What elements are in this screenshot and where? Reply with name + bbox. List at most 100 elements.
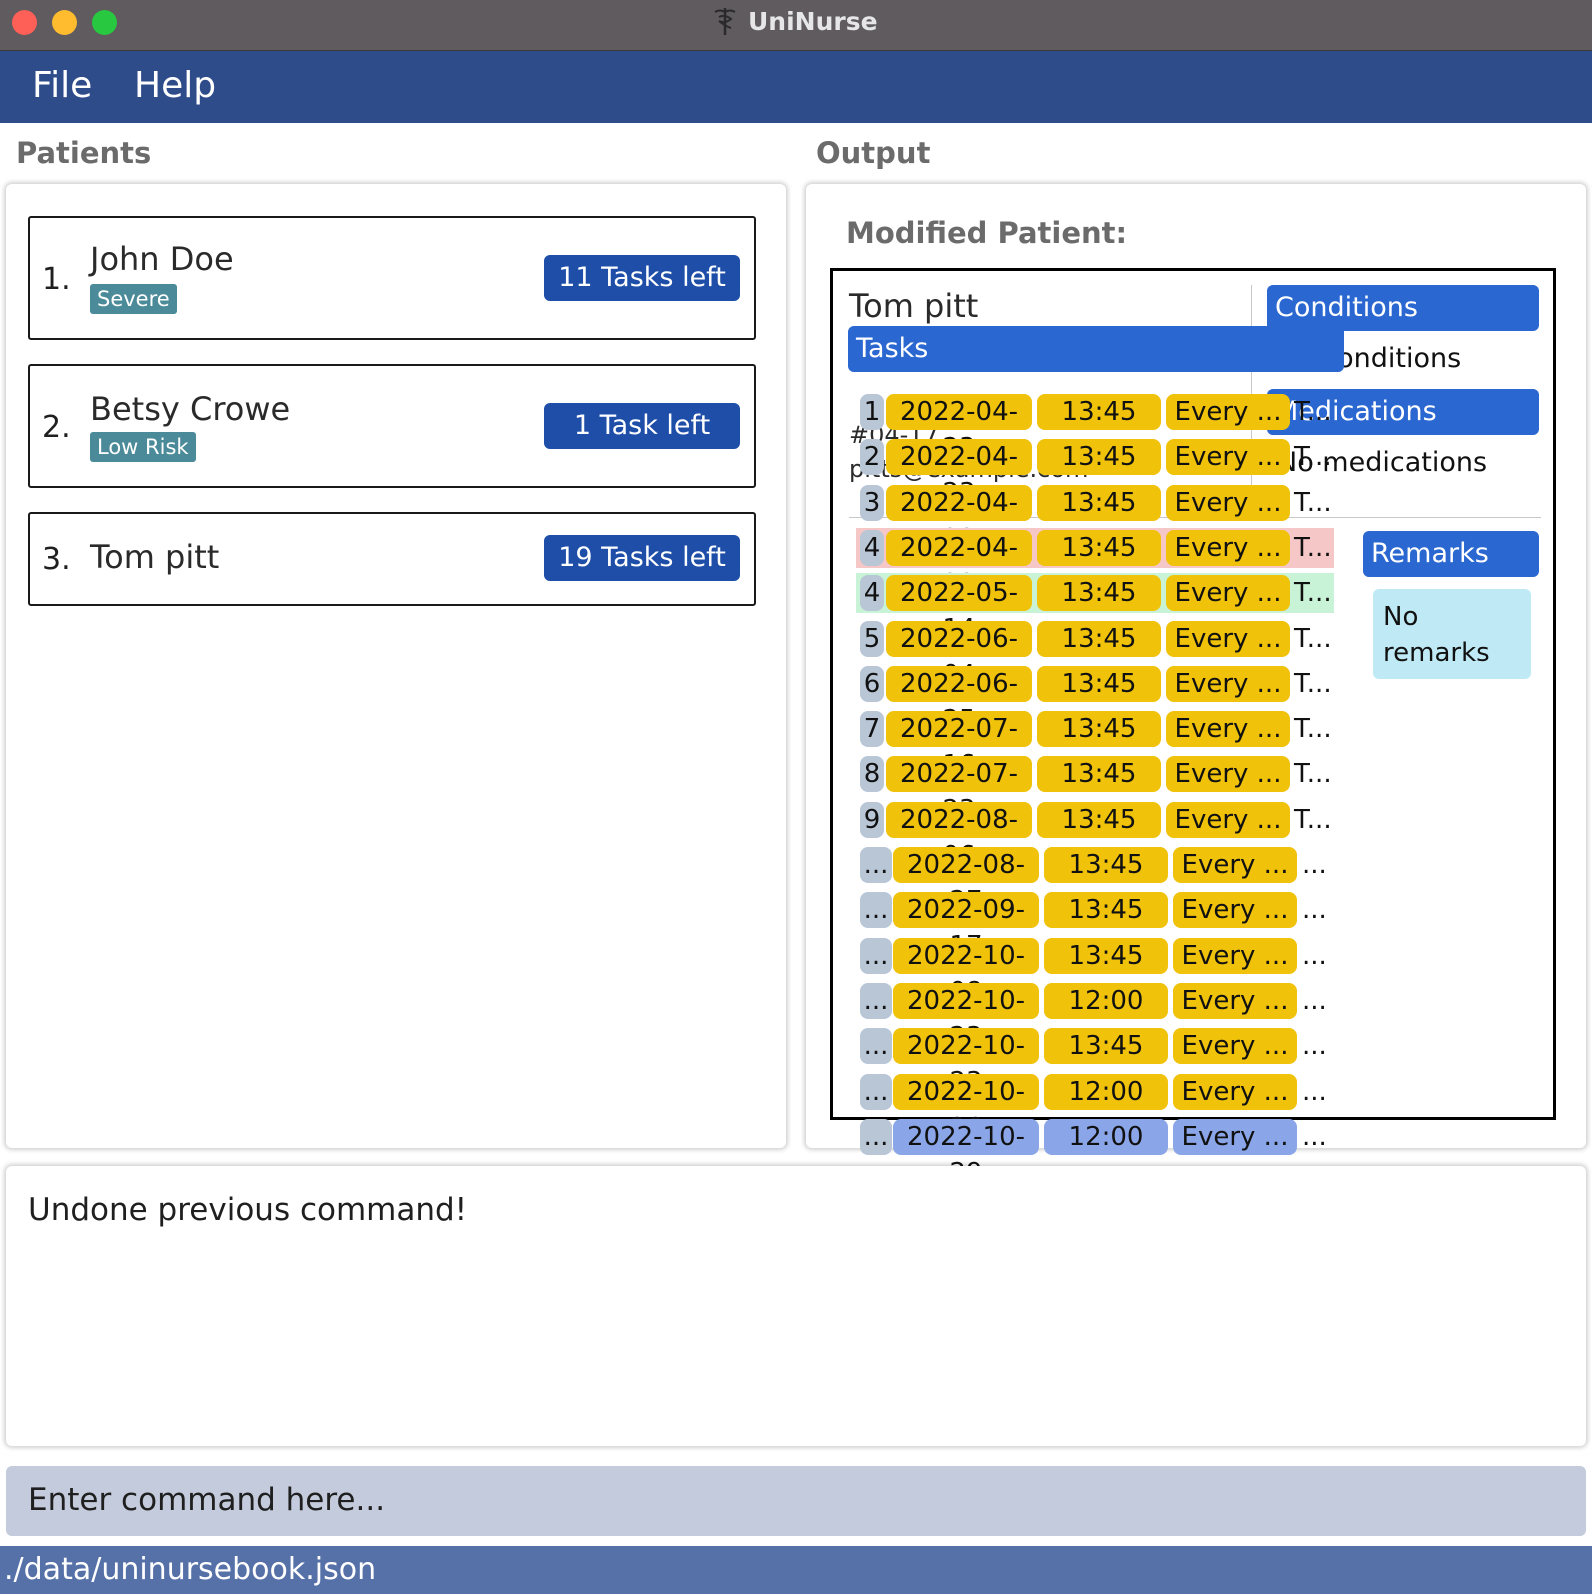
task-index: 2 xyxy=(860,439,884,475)
task-index: ... xyxy=(860,892,892,928)
task-date: 2022-07-23 xyxy=(886,756,1032,825)
task-frequency: Every ... xyxy=(1166,756,1290,792)
task-description: ... xyxy=(1302,850,1327,880)
task-frequency: Every ... xyxy=(1173,1074,1297,1110)
task-time: 13:45 pm xyxy=(1037,394,1161,463)
task-frequency: Every ... xyxy=(1166,575,1290,611)
conditions-header: Conditions xyxy=(1267,285,1539,331)
task-time: 13:45 pm xyxy=(1037,575,1161,644)
menu-bar: File Help xyxy=(0,51,1592,123)
task-frequency: Every ... xyxy=(1173,1119,1297,1155)
task-time: 13:45 pm xyxy=(1037,756,1161,825)
patient-card[interactable]: 1. John Doe Severe 11 Tasks left xyxy=(28,216,756,340)
task-frequency: Every ... xyxy=(1166,666,1290,702)
task-time: 13:45 pm xyxy=(1037,621,1161,690)
task-date: 2022-04-23 xyxy=(886,439,1032,508)
task-description: ... xyxy=(1302,895,1327,925)
minimize-window-button[interactable] xyxy=(52,10,77,35)
tasks-left-badge[interactable]: 1 Task left xyxy=(544,403,740,449)
modified-patient-header: Modified Patient: xyxy=(846,216,1128,250)
task-time: 13:45 pm xyxy=(1037,666,1161,735)
command-input[interactable]: Enter command here... xyxy=(28,1482,385,1518)
task-frequency: Every ... xyxy=(1166,621,1290,657)
task-frequency: Every ... xyxy=(1173,892,1297,928)
task-date: 2022-06-25 xyxy=(886,666,1032,735)
patients-label: Patients xyxy=(16,136,152,170)
task-description: ... xyxy=(1302,941,1327,971)
task-date: 2022-09-17 xyxy=(893,892,1039,961)
task-index: 3 xyxy=(860,485,884,521)
window-title-text: UniNurse xyxy=(748,6,878,36)
task-frequency: Every ... xyxy=(1173,983,1297,1019)
task-time: 12:00 pm xyxy=(1044,1119,1168,1188)
task-time: 12:00 pm xyxy=(1044,1074,1168,1143)
task-date: 2022-04-23 xyxy=(886,394,1032,463)
menu-file[interactable]: File xyxy=(32,65,92,106)
task-description: T... xyxy=(1294,397,1332,427)
task-description: ... xyxy=(1302,1031,1327,1061)
task-index: ... xyxy=(860,1119,892,1155)
task-date: 2022-10-23 xyxy=(893,983,1039,1052)
task-time: 13:45 pm xyxy=(1037,439,1161,508)
task-index: ... xyxy=(860,983,892,1019)
task-time: 13:45 pm xyxy=(1044,1028,1168,1097)
task-description: T... xyxy=(1294,759,1332,789)
task-index: 4 xyxy=(860,575,884,611)
task-frequency: Every ... xyxy=(1173,1028,1297,1064)
remarks-header: Remarks xyxy=(1363,531,1539,577)
task-time: 13:45 pm xyxy=(1037,485,1161,554)
close-window-button[interactable] xyxy=(12,10,37,35)
task-description: T... xyxy=(1294,533,1332,563)
task-time: 13:45 pm xyxy=(1037,802,1161,871)
remarks-box: No remarks xyxy=(1373,589,1531,679)
patient-card[interactable]: 3. Tom pitt 19 Tasks left xyxy=(28,512,756,606)
task-time: 13:45 pm xyxy=(1037,530,1161,599)
task-description: ... xyxy=(1302,986,1327,1016)
task-frequency: Every ... xyxy=(1166,802,1290,838)
task-date: 2022-10-23 xyxy=(893,1028,1039,1097)
task-frequency: Every ... xyxy=(1166,439,1290,475)
tasks-header: Tasks xyxy=(848,326,1344,372)
patient-index: 1. xyxy=(42,262,71,297)
result-text: Undone previous command! xyxy=(28,1192,468,1228)
task-date: 2022-06-04 xyxy=(886,621,1032,690)
patient-index: 3. xyxy=(42,542,71,577)
window-titlebar: UniNurse xyxy=(0,0,1592,51)
task-index: 4 xyxy=(860,530,884,566)
task-description: T... xyxy=(1294,488,1332,518)
task-index: ... xyxy=(860,1074,892,1110)
task-time: 13:45 pm xyxy=(1044,892,1168,961)
command-box[interactable]: Enter command here... xyxy=(6,1466,1586,1536)
task-index: 5 xyxy=(860,621,884,657)
task-date: 2022-07-16 xyxy=(886,711,1032,780)
task-frequency: Every ... xyxy=(1166,485,1290,521)
tasks-left-badge[interactable]: 11 Tasks left xyxy=(544,255,740,301)
patient-name: Betsy Crowe xyxy=(90,390,291,428)
task-date: 2022-10-26 xyxy=(893,1074,1039,1143)
zoom-window-button[interactable] xyxy=(92,10,117,35)
task-frequency: Every ... xyxy=(1166,711,1290,747)
task-description: T... xyxy=(1294,624,1332,654)
task-index: 1 xyxy=(860,394,884,430)
task-index: 9 xyxy=(860,802,884,838)
task-description: T... xyxy=(1294,714,1332,744)
task-time: 13:45 pm xyxy=(1044,938,1168,1007)
task-index: 6 xyxy=(860,666,884,702)
task-index: 8 xyxy=(860,756,884,792)
result-display: Undone previous command! xyxy=(6,1166,1586,1446)
task-index: ... xyxy=(860,1028,892,1064)
menu-help[interactable]: Help xyxy=(134,65,216,106)
remarks-text-line2: remarks xyxy=(1383,638,1490,668)
task-date: 2022-04-23 xyxy=(886,485,1032,554)
tasks-left-badge[interactable]: 19 Tasks left xyxy=(544,535,740,581)
patient-card[interactable]: 2. Betsy Crowe Low Risk 1 Task left xyxy=(28,364,756,488)
remarks-text-line1: No xyxy=(1383,602,1419,632)
patient-name: John Doe xyxy=(90,240,234,278)
task-frequency: Every ... xyxy=(1173,847,1297,883)
task-description: T... xyxy=(1294,805,1332,835)
task-frequency: Every ... xyxy=(1166,530,1290,566)
task-frequency: Every ... xyxy=(1173,938,1297,974)
task-date: 2022-10-08 xyxy=(893,938,1039,1007)
window-title: UniNurse xyxy=(712,6,878,36)
patient-index: 2. xyxy=(42,410,71,445)
